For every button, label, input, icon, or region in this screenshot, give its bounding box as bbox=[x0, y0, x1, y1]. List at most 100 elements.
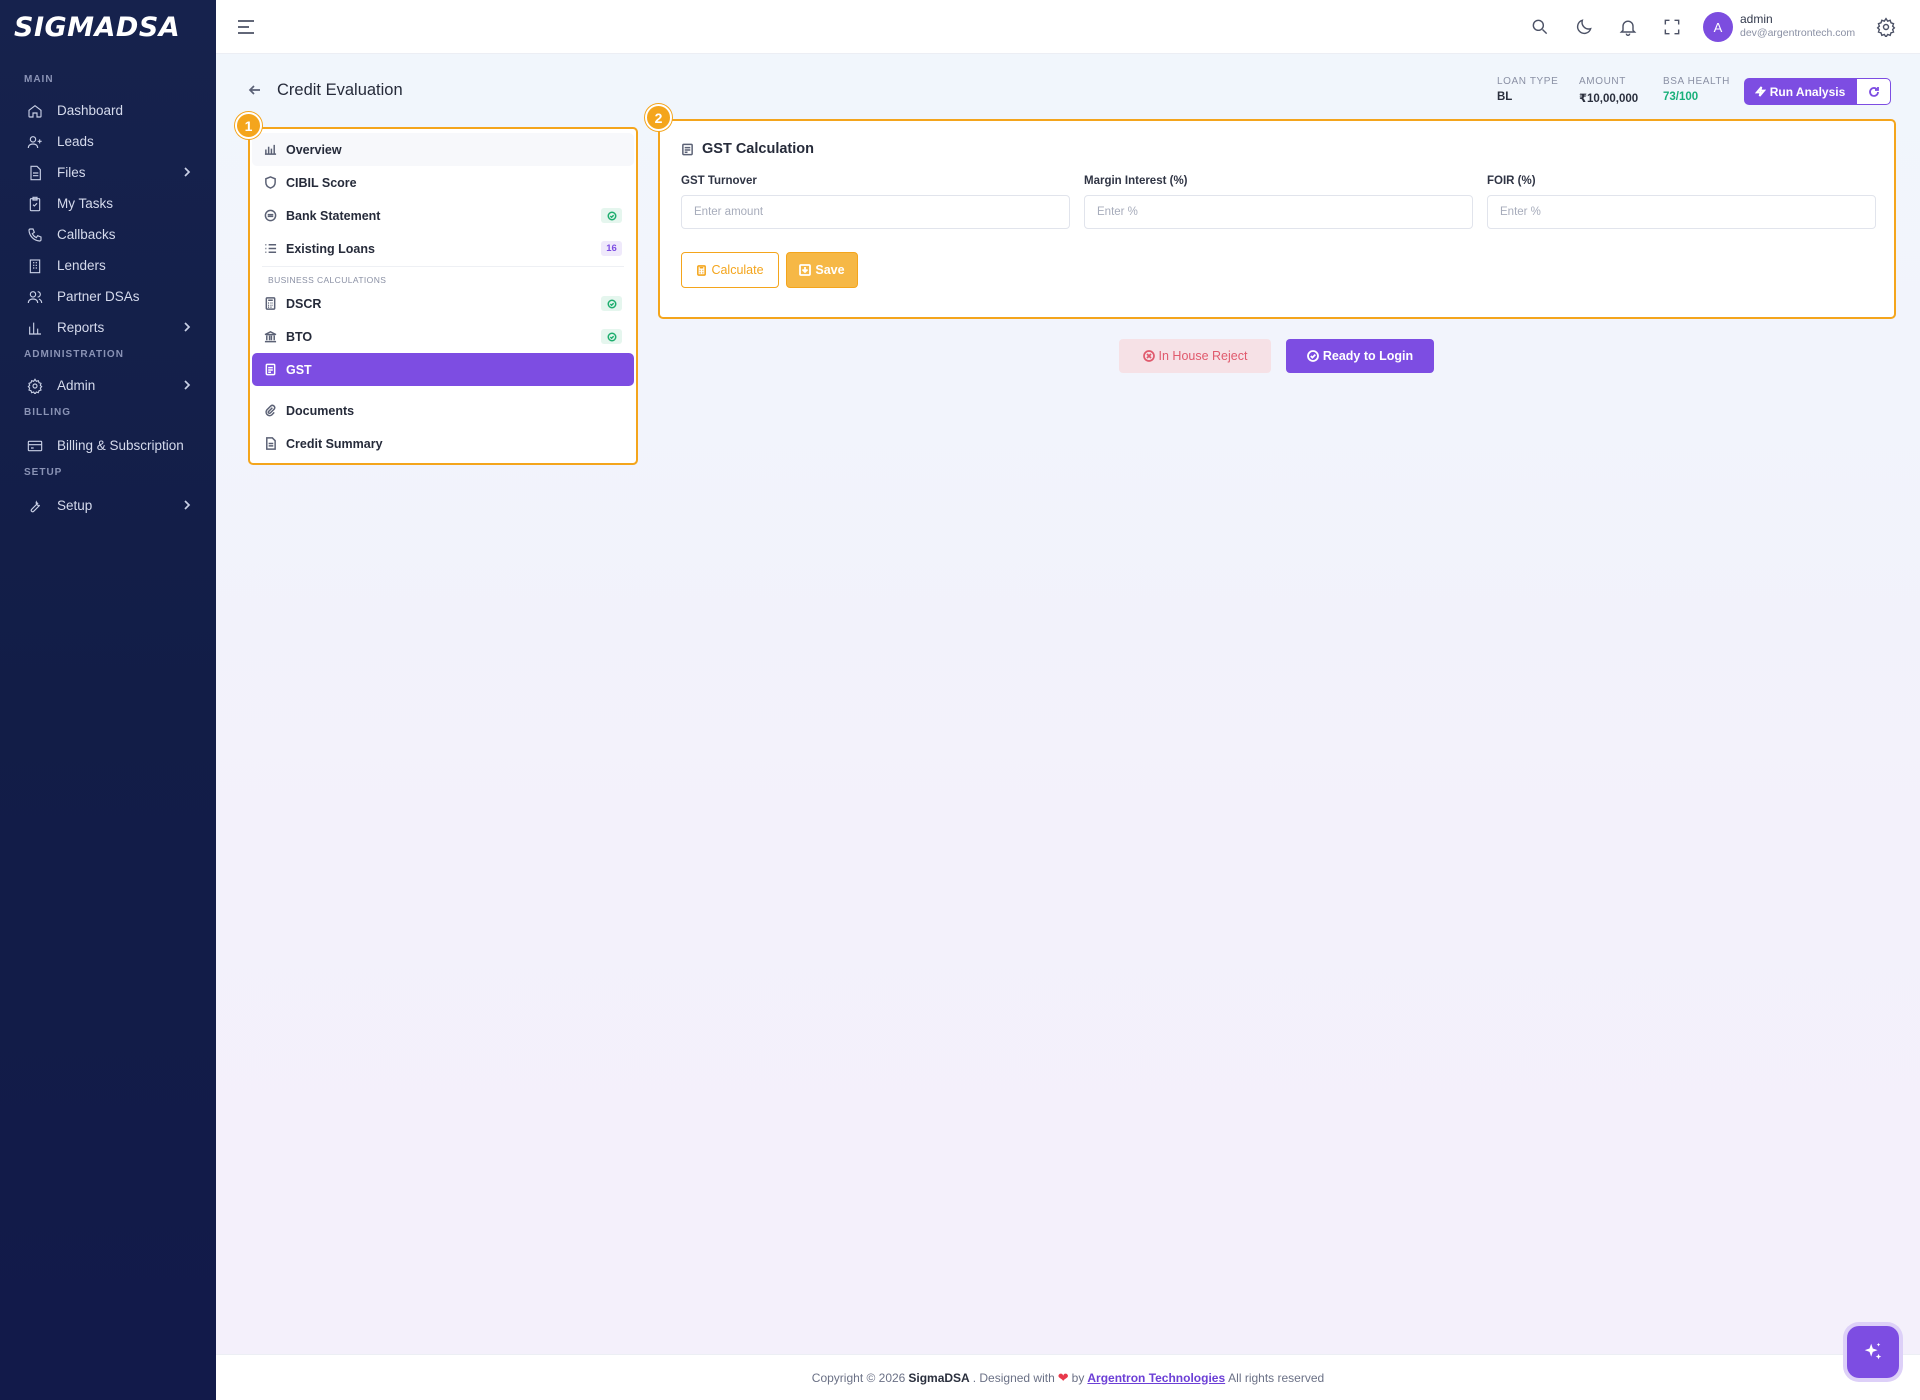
meta-value: BL bbox=[1497, 91, 1513, 103]
bolt-icon bbox=[1754, 86, 1766, 97]
sidebar-item-label: Billing & Subscription bbox=[57, 438, 184, 453]
meta-amount: AMOUNT ₹10,00,000 bbox=[1579, 76, 1638, 105]
meta-loan-type: LOAN TYPE BL bbox=[1497, 76, 1558, 103]
company-link[interactable]: Argentron Technologies bbox=[1087, 1371, 1225, 1385]
sidebar-item-label: Dashboard bbox=[57, 103, 124, 118]
chevron-right-icon bbox=[182, 166, 192, 178]
nav-label: Credit Summary bbox=[286, 436, 383, 451]
sidebar-item-files[interactable]: Files bbox=[0, 157, 216, 188]
back-arrow-icon[interactable] bbox=[248, 83, 262, 97]
margin-interest-input[interactable] bbox=[1084, 195, 1473, 229]
main-content: Credit Evaluation LOAN TYPE BL AMOUNT ₹1… bbox=[216, 54, 1920, 1354]
nav-dscr[interactable]: DSCR bbox=[252, 287, 634, 320]
sidebar-item-billing[interactable]: Billing & Subscription bbox=[0, 430, 216, 461]
nav-section-billing: BILLING bbox=[24, 407, 71, 418]
sidebar-item-partner-dsas[interactable]: Partner DSAs bbox=[0, 281, 216, 312]
sidebar-item-my-tasks[interactable]: My Tasks bbox=[0, 188, 216, 219]
sidebar: SIGMADSA MAIN Dashboard Leads Files My T… bbox=[0, 0, 216, 1400]
sidebar-item-label: Leads bbox=[57, 134, 94, 149]
sidebar-item-label: Callbacks bbox=[57, 227, 116, 242]
meta-label: AMOUNT bbox=[1579, 76, 1626, 87]
nav-label: CIBIL Score bbox=[286, 175, 357, 190]
user-name[interactable]: admin bbox=[1740, 12, 1773, 26]
gear-icon[interactable] bbox=[1876, 17, 1896, 39]
nav-label: Documents bbox=[286, 403, 355, 418]
document-icon bbox=[264, 436, 278, 451]
reject-label: In House Reject bbox=[1158, 349, 1248, 363]
wrench-icon bbox=[27, 498, 43, 514]
nav-documents[interactable]: Documents bbox=[252, 394, 634, 427]
card-title: GST Calculation bbox=[681, 141, 814, 157]
paperclip-icon bbox=[264, 404, 278, 418]
chevron-right-icon bbox=[182, 379, 192, 391]
chart-icon bbox=[264, 143, 278, 157]
fullscreen-icon[interactable] bbox=[1662, 17, 1682, 37]
in-house-reject-button[interactable]: In House Reject bbox=[1119, 339, 1271, 373]
nav-bto[interactable]: BTO bbox=[252, 320, 634, 353]
search-icon[interactable] bbox=[1530, 17, 1550, 37]
sidebar-item-leads[interactable]: Leads bbox=[0, 126, 216, 157]
sidebar-item-lenders[interactable]: Lenders bbox=[0, 250, 216, 281]
save-icon bbox=[799, 264, 812, 276]
sidebar-item-setup[interactable]: Setup bbox=[0, 490, 216, 521]
credit-card-icon bbox=[27, 438, 43, 454]
menu-icon[interactable] bbox=[236, 17, 256, 35]
heart-icon: ❤ bbox=[1057, 1369, 1069, 1385]
brand-logo[interactable]: SIGMADSA bbox=[0, 0, 216, 54]
check-circle-icon bbox=[601, 329, 622, 344]
check-circle-icon bbox=[601, 296, 622, 311]
nav-label: Bank Statement bbox=[286, 208, 381, 223]
sidebar-item-label: Setup bbox=[57, 498, 93, 513]
margin-interest-label: Margin Interest (%) bbox=[1084, 175, 1188, 187]
save-button[interactable]: Save bbox=[786, 252, 858, 288]
nav-existing-loans[interactable]: Existing Loans 16 bbox=[252, 232, 634, 265]
chevron-right-icon bbox=[182, 499, 192, 511]
bell-icon[interactable] bbox=[1618, 17, 1638, 37]
ready-to-login-button[interactable]: Ready to Login bbox=[1286, 339, 1434, 373]
gst-turnover-input[interactable] bbox=[681, 195, 1070, 229]
step-badge-1: 1 bbox=[235, 112, 262, 139]
section-business-calculations: BUSINESS CALCULATIONS bbox=[268, 275, 387, 285]
file-icon bbox=[27, 165, 43, 181]
nav-credit-summary[interactable]: Credit Summary bbox=[252, 427, 634, 460]
nav-bank-statement[interactable]: Bank Statement bbox=[252, 199, 634, 232]
nav-gst[interactable]: GST bbox=[252, 353, 634, 386]
sidebar-item-dashboard[interactable]: Dashboard bbox=[0, 95, 216, 126]
footer: Copyright © 2026 SigmaDSA . Designed wit… bbox=[216, 1354, 1920, 1400]
run-analysis-button[interactable]: Run Analysis bbox=[1744, 78, 1856, 105]
foir-label: FOIR (%) bbox=[1487, 175, 1536, 187]
nav-section-setup: SETUP bbox=[24, 467, 63, 478]
check-circle-icon bbox=[601, 208, 622, 223]
sidebar-item-reports[interactable]: Reports bbox=[0, 312, 216, 343]
sidebar-item-label: Admin bbox=[57, 378, 96, 393]
nav-cibil-score[interactable]: CIBIL Score bbox=[252, 166, 634, 199]
sidebar-item-callbacks[interactable]: Callbacks bbox=[0, 219, 216, 250]
moon-icon[interactable] bbox=[1574, 17, 1594, 37]
x-circle-icon bbox=[1142, 350, 1155, 362]
nav-label: Existing Loans bbox=[286, 241, 375, 256]
ai-assistant-button[interactable] bbox=[1847, 1326, 1899, 1378]
topbar: A admin dev@argentrontech.com bbox=[216, 0, 1920, 54]
avatar[interactable]: A bbox=[1703, 12, 1733, 42]
shield-icon bbox=[264, 175, 278, 190]
meta-value: ₹10,00,000 bbox=[1579, 93, 1639, 105]
foir-input[interactable] bbox=[1487, 195, 1876, 229]
count-badge: 16 bbox=[601, 241, 622, 256]
meta-label: BSA HEALTH bbox=[1663, 76, 1730, 87]
nav-section-main: MAIN bbox=[24, 74, 54, 85]
calculate-button[interactable]: Calculate bbox=[681, 252, 779, 288]
ready-label: Ready to Login bbox=[1322, 349, 1414, 363]
sidebar-item-label: Partner DSAs bbox=[57, 289, 140, 304]
footer-designed: . Designed with bbox=[972, 1370, 1055, 1385]
run-analysis-label: Run Analysis bbox=[1769, 84, 1846, 99]
sidebar-item-label: Reports bbox=[57, 320, 105, 335]
nav-overview[interactable]: Overview bbox=[252, 133, 634, 166]
refresh-button[interactable] bbox=[1856, 78, 1891, 105]
refresh-icon bbox=[1868, 86, 1879, 97]
gst-calculation-card: GST Calculation GST Turnover Margin Inte… bbox=[658, 119, 1896, 319]
calculator-icon bbox=[264, 296, 278, 311]
sidebar-item-admin[interactable]: Admin bbox=[0, 370, 216, 401]
evaluation-nav: Overview CIBIL Score Bank Statement Exis… bbox=[248, 127, 638, 465]
check-circle-icon bbox=[1306, 350, 1319, 362]
users-icon bbox=[27, 289, 43, 305]
